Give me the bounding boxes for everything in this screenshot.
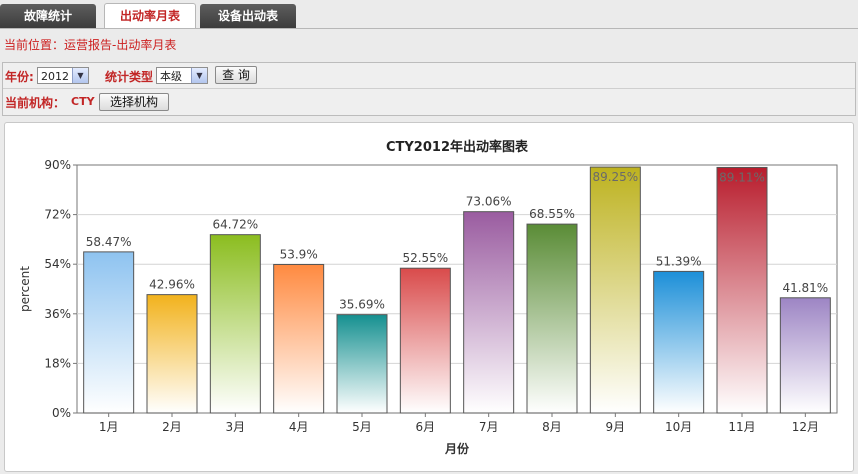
- breadcrumb: 当前位置：运营报告-出动率月表: [4, 38, 177, 52]
- query-button[interactable]: 查 询: [215, 66, 257, 84]
- year-select[interactable]: 2012 ▼: [37, 67, 89, 84]
- x-axis: 1月 2月 3月 4月 5月 6月 7月 8月 9月 10月 11月 12月: [99, 413, 819, 434]
- y-axis: 0% 18% 36% 54% 72% 90%: [44, 158, 77, 420]
- x-axis-label: 月份: [444, 441, 470, 456]
- y-tick-label: 36%: [44, 307, 71, 321]
- tab-bar: 故障统计 出动率月表 设备出动表: [0, 0, 858, 29]
- bar-6[interactable]: [399, 267, 451, 414]
- y-axis-label: percent: [18, 266, 32, 312]
- x-tick-label: 4月: [289, 420, 309, 434]
- tab-dispatch-rate-monthly[interactable]: 出动率月表: [104, 3, 196, 29]
- tab-equipment-dispatch[interactable]: 设备出动表: [200, 4, 296, 28]
- x-tick-label: 3月: [226, 420, 246, 434]
- bar-9[interactable]: [589, 166, 641, 414]
- x-tick-label: 9月: [606, 420, 626, 434]
- y-tick-label: 18%: [44, 356, 71, 370]
- year-select-value: 2012: [41, 70, 69, 83]
- chart-title: CTY2012年出动率图表: [386, 139, 529, 155]
- y-tick-label: 90%: [44, 158, 71, 172]
- y-tick-label: 54%: [44, 257, 71, 271]
- stat-type-label: 统计类型: [105, 70, 154, 84]
- chevron-down-icon: ▼: [191, 68, 207, 83]
- bar-11[interactable]: [716, 166, 768, 414]
- x-tick-label: 2月: [162, 420, 182, 434]
- x-tick-label: 10月: [665, 420, 692, 434]
- filter-row-query: 年份: 2012 ▼ 统计类型 本级 ▼ 查 询: [3, 63, 855, 89]
- data-label: 73.06%: [466, 195, 512, 209]
- bar-2[interactable]: [146, 294, 198, 414]
- data-label: 68.55%: [529, 207, 575, 221]
- select-org-button[interactable]: 选择机构: [99, 93, 169, 111]
- bar-5[interactable]: [336, 314, 388, 414]
- x-tick-label: 6月: [416, 420, 436, 434]
- x-tick-label: 1月: [99, 420, 119, 434]
- data-label: 51.39%: [656, 254, 702, 268]
- x-tick-label: 12月: [792, 420, 819, 434]
- stat-type-select[interactable]: 本级 ▼: [156, 67, 208, 84]
- data-label: 58.47%: [86, 235, 132, 249]
- data-label: 53.9%: [280, 247, 318, 261]
- data-label: 42.96%: [149, 278, 195, 292]
- y-tick-label: 72%: [44, 208, 71, 222]
- bar-3[interactable]: [209, 234, 261, 414]
- bar-12[interactable]: [779, 297, 831, 414]
- dispatch-rate-chart: CTY2012年出动率图表 58.47% 42.96% 64.72% 53.9% 35.…: [18, 139, 838, 456]
- stat-type-select-value: 本级: [160, 70, 182, 83]
- x-tick-label: 7月: [479, 420, 499, 434]
- tab-divider: [0, 28, 858, 29]
- filter-panel: 年份: 2012 ▼ 统计类型 本级 ▼ 查 询 当前机构： CTY 选择机构: [2, 62, 856, 116]
- y-tick-label: 0%: [52, 406, 71, 420]
- data-label: 52.55%: [402, 251, 448, 265]
- current-org-label: 当前机构：: [5, 96, 66, 110]
- data-label: 64.72%: [212, 218, 258, 232]
- bar-4[interactable]: [273, 263, 325, 414]
- x-tick-label: 11月: [728, 420, 755, 434]
- bar-8[interactable]: [526, 223, 578, 414]
- data-label: 89.25%: [592, 170, 638, 184]
- chart-panel: CTY2012年出动率图表 58.47% 42.96% 64.72% 53.9% 35.…: [4, 122, 854, 472]
- bar-1[interactable]: [83, 251, 135, 414]
- data-label: 41.81%: [782, 281, 828, 295]
- data-label: 89.11%: [719, 170, 765, 184]
- year-label: 年份:: [5, 70, 34, 84]
- current-org-value: CTY: [71, 95, 95, 108]
- x-tick-label: 8月: [542, 420, 562, 434]
- data-label: 35.69%: [339, 298, 385, 312]
- bar-7[interactable]: [463, 211, 515, 414]
- bar-10[interactable]: [653, 270, 705, 414]
- filter-row-org: 当前机构： CTY 选择机构: [3, 89, 855, 114]
- x-tick-label: 5月: [352, 420, 372, 434]
- chevron-down-icon: ▼: [72, 68, 88, 83]
- tab-fault-stats[interactable]: 故障统计: [0, 4, 96, 28]
